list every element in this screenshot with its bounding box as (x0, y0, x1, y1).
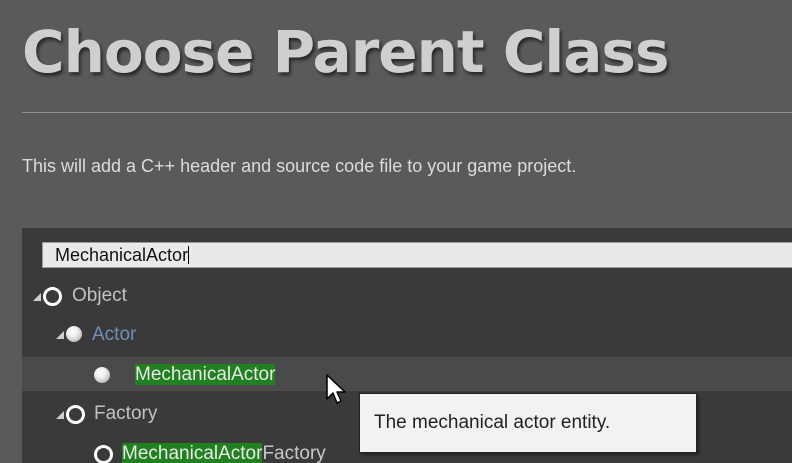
tree-label-actor: Actor (92, 324, 137, 345)
title-divider (22, 112, 792, 113)
class-tooltip: The mechanical actor entity. (359, 393, 697, 453)
dialog-description: This will add a C++ header and source co… (22, 156, 577, 176)
search-match-highlight: MechanicalActor (135, 364, 276, 385)
class-ring-icon (43, 287, 62, 306)
class-search-input[interactable]: MechanicalActor (42, 242, 792, 268)
expand-arrow-icon[interactable] (56, 411, 64, 419)
actor-sphere-icon (66, 326, 82, 342)
tree-label-suffix: Factory (262, 443, 326, 463)
actor-sphere-icon (94, 367, 110, 383)
expand-arrow-icon[interactable] (33, 293, 41, 301)
tree-label-object: Object (72, 285, 127, 306)
tree-label-factory: Factory (94, 403, 158, 424)
class-ring-icon (66, 405, 85, 424)
dialog-title: Choose Parent Class (22, 18, 669, 86)
choose-parent-class-dialog: Choose Parent Class This will add a C++ … (0, 0, 792, 463)
tree-label-mechanical-actor-factory: MechanicalActorFactory (122, 443, 326, 463)
tree-label-mechanical-actor: MechanicalActor (135, 364, 276, 386)
text-caret (188, 246, 190, 264)
tree-row-mechanical-actor[interactable]: MechanicalActor (22, 357, 792, 391)
class-ring-icon (94, 445, 113, 463)
search-match-highlight: MechanicalActor (122, 443, 263, 463)
expand-arrow-icon[interactable] (56, 331, 64, 339)
class-search-value: MechanicalActor (55, 245, 189, 265)
mouse-pointer-icon (326, 374, 346, 404)
tree-row-actor[interactable]: Actor (22, 319, 792, 353)
tooltip-text: The mechanical actor entity. (374, 412, 611, 433)
tree-row-object[interactable]: Object (22, 280, 792, 314)
